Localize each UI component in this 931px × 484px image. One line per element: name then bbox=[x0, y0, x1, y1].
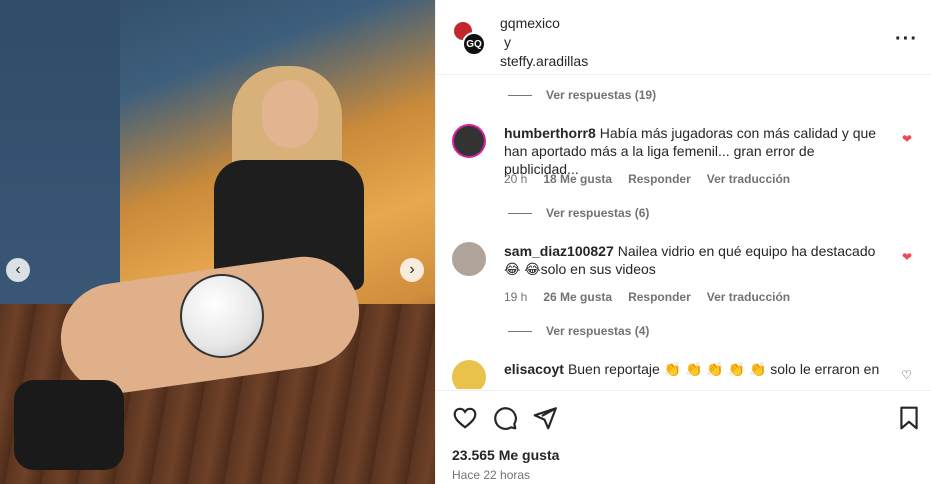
divider bbox=[508, 330, 532, 332]
view-replies-button[interactable]: Ver respuestas (6) bbox=[508, 206, 649, 220]
comment-meta: 19 h 26 Me gusta Responder Ver traducció… bbox=[504, 290, 790, 304]
comment-likes[interactable]: 18 Me gusta bbox=[543, 172, 612, 186]
comment-meta: 20 h 18 Me gusta Responder Ver traducció… bbox=[504, 172, 790, 186]
comment-username[interactable]: humberthorr8 bbox=[504, 125, 596, 141]
post-header: GQ gqmexico y steffy.aradillas ··· bbox=[436, 0, 931, 75]
post-photo[interactable]: ‹ › bbox=[0, 0, 435, 484]
view-replies-label: Ver respuestas (6) bbox=[546, 206, 650, 220]
view-replies-label: Ver respuestas (4) bbox=[546, 324, 650, 338]
comments-list[interactable]: Ver respuestas (19) humberthorr8 Había má… bbox=[436, 76, 931, 389]
previous-image-button[interactable]: ‹ bbox=[6, 258, 30, 282]
photo-soccer-ball bbox=[180, 274, 264, 358]
avatar[interactable] bbox=[452, 124, 486, 158]
comment-like-button[interactable]: ❤ bbox=[902, 132, 912, 146]
chevron-left-icon: ‹ bbox=[15, 261, 21, 278]
likes-count[interactable]: 23.565 Me gusta bbox=[452, 447, 559, 463]
comment-item: humberthorr8 Había más jugadoras con más … bbox=[452, 124, 918, 194]
comment-username[interactable]: sam_diaz100827 bbox=[504, 243, 614, 259]
comment-text: elisacoyt Buen reportaje 👏 👏 👏 👏 👏 solo l… bbox=[504, 360, 884, 378]
next-image-button[interactable]: › bbox=[400, 258, 424, 282]
post-time[interactable]: Hace 22 horas bbox=[452, 468, 530, 482]
comment-time[interactable]: 20 h bbox=[504, 172, 527, 186]
comment-item: sam_diaz100827 Nailea vidrio en qué equip… bbox=[452, 242, 918, 312]
chevron-right-icon: › bbox=[409, 261, 415, 278]
comment-likes[interactable]: 26 Me gusta bbox=[543, 290, 612, 304]
share-icon[interactable] bbox=[532, 405, 558, 431]
avatar[interactable]: GQ bbox=[462, 32, 486, 56]
owner-username[interactable]: gqmexico bbox=[500, 14, 588, 33]
comment-text: sam_diaz100827 Nailea vidrio en qué equip… bbox=[504, 242, 884, 278]
comment-body: Buen reportaje 👏 👏 👏 👏 👏 solo le erraron… bbox=[567, 361, 880, 377]
avatar[interactable] bbox=[452, 242, 486, 276]
translate-button[interactable]: Ver traducción bbox=[707, 172, 790, 186]
collaborator-username[interactable]: steffy.aradillas bbox=[500, 52, 588, 71]
post-owners: gqmexico y steffy.aradillas bbox=[500, 14, 588, 71]
comment-like-button[interactable]: ♡ bbox=[901, 368, 912, 382]
reply-button[interactable]: Responder bbox=[628, 290, 691, 304]
reply-button[interactable]: Responder bbox=[628, 172, 691, 186]
more-horizontal-icon: ··· bbox=[895, 28, 918, 50]
heart-filled-icon: ❤ bbox=[901, 132, 912, 146]
heart-filled-icon: ❤ bbox=[901, 250, 912, 264]
collab-avatars[interactable]: GQ bbox=[452, 20, 488, 60]
owner-connector: y bbox=[504, 34, 511, 50]
comment-text: humberthorr8 Había más jugadoras con más … bbox=[504, 124, 884, 178]
view-replies-button[interactable]: Ver respuestas (19) bbox=[508, 88, 656, 102]
avatar[interactable] bbox=[452, 360, 486, 389]
comment-like-button[interactable]: ❤ bbox=[902, 250, 912, 264]
view-replies-label: Ver respuestas (19) bbox=[546, 88, 657, 102]
post-actions: 23.565 Me gusta Hace 22 horas bbox=[436, 390, 931, 484]
heart-outline-icon: ♡ bbox=[901, 368, 912, 382]
divider bbox=[508, 212, 532, 214]
translate-button[interactable]: Ver traducción bbox=[707, 290, 790, 304]
comment-icon[interactable] bbox=[492, 405, 518, 431]
comment-time[interactable]: 19 h bbox=[504, 290, 527, 304]
photo-subject-shoe bbox=[14, 380, 124, 470]
comment-username[interactable]: elisacoyt bbox=[504, 361, 564, 377]
view-replies-button[interactable]: Ver respuestas (4) bbox=[508, 324, 649, 338]
photo-subject-face bbox=[262, 80, 318, 148]
comment-item: elisacoyt Buen reportaje 👏 👏 👏 👏 👏 solo l… bbox=[452, 360, 918, 389]
more-options-button[interactable]: ··· bbox=[895, 28, 918, 51]
bookmark-icon[interactable] bbox=[896, 405, 922, 431]
heart-icon[interactable] bbox=[452, 405, 478, 431]
post-details-panel: GQ gqmexico y steffy.aradillas ··· Ver r… bbox=[435, 0, 931, 484]
divider bbox=[508, 94, 532, 96]
